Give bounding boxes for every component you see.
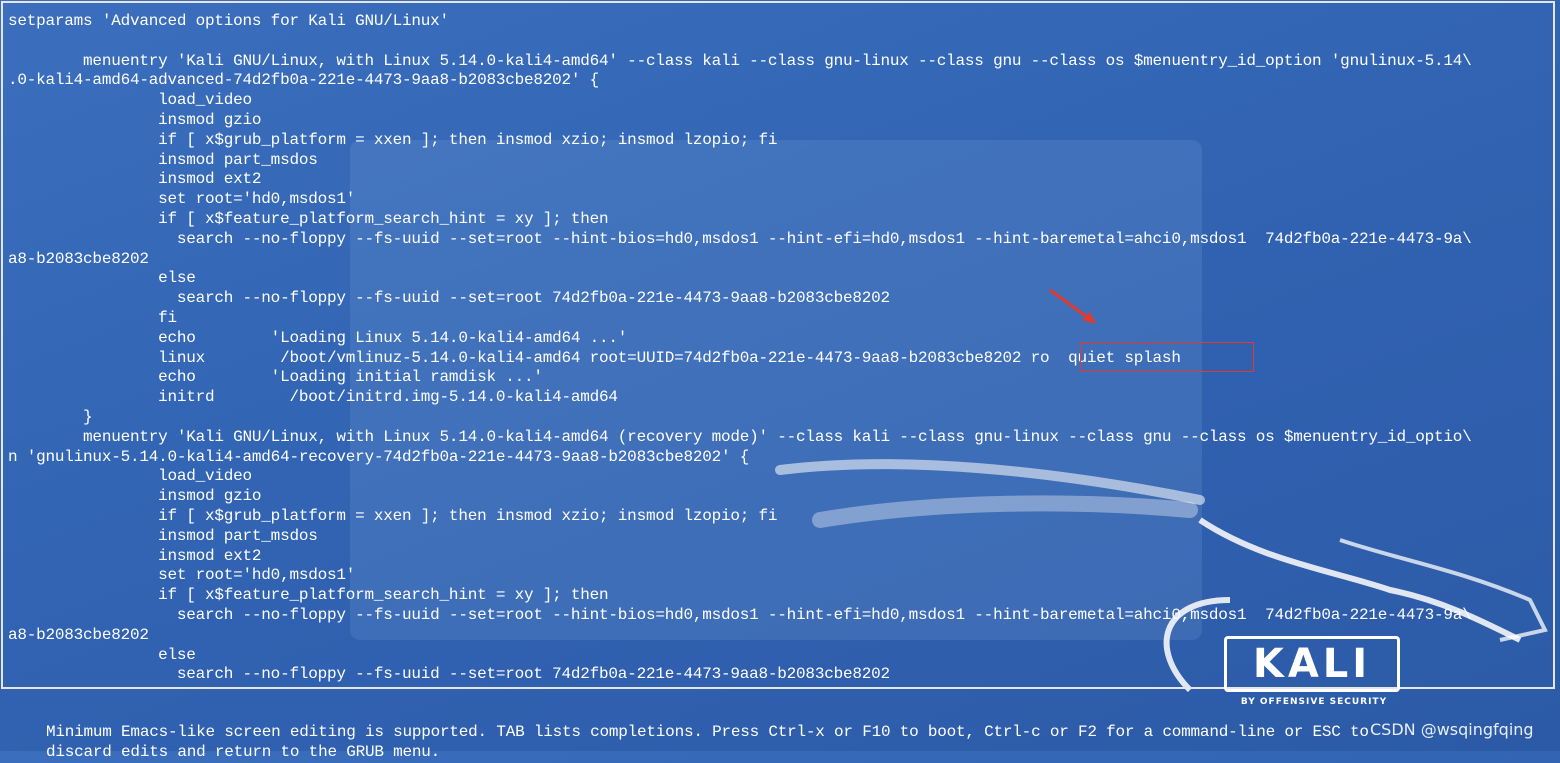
editor-line: search --no-floppy --fs-uuid --set=root … — [8, 605, 1472, 624]
editor-line: .0-kali4-amd64-advanced-74d2fb0a-221e-44… — [8, 71, 600, 90]
editor-line: setparams 'Advanced options for Kali GNU… — [8, 12, 449, 30]
editor-line: load_video — [8, 467, 252, 486]
editor-line: menuentry 'Kali GNU/Linux, with Linux 5.… — [8, 51, 1472, 70]
editor-line: if [ x$grub_platform = xxen ]; then insm… — [8, 130, 778, 149]
grub-help-text: Minimum Emacs-like screen editing is sup… — [46, 723, 1369, 763]
editor-line: n 'gnulinux-5.14.0-kali4-amd64-recovery-… — [8, 447, 750, 466]
kali-logo-subtitle: BY OFFENSIVE SECURITY — [1240, 697, 1388, 707]
csdn-watermark: CSDN @wsqingfqing — [1370, 720, 1534, 739]
editor-line: menuentry 'Kali GNU/Linux, with Linux 5.… — [8, 427, 1472, 446]
editor-line: search --no-floppy --fs-uuid --set=root … — [8, 289, 890, 308]
editor-line: search --no-floppy --fs-uuid --set=root … — [8, 229, 1472, 248]
editor-line: a8-b2083cbe8202 — [8, 249, 149, 268]
editor-line: if [ x$feature_platform_search_hint = xy… — [8, 209, 609, 228]
editor-line: set root='hd0,msdos1' — [8, 190, 356, 209]
editor-line: insmod ext2 — [8, 170, 262, 189]
editor-line: if [ x$feature_platform_search_hint = xy… — [8, 586, 609, 605]
kali-logo-text: KALI — [1252, 641, 1372, 687]
editor-line: set root='hd0,msdos1' — [8, 566, 356, 585]
kali-logo: KALI — [1224, 636, 1400, 692]
help-line: discard edits and return to the GRUB men… — [46, 742, 441, 761]
kernel-params-highlight — [1080, 342, 1254, 372]
editor-line: else — [8, 269, 196, 288]
editor-line: if [ x$grub_platform = xxen ]; then insm… — [8, 506, 778, 525]
editor-line: insmod gzio — [8, 487, 262, 506]
red-arrow-annotation — [1049, 288, 1096, 324]
editor-line: } — [8, 407, 93, 426]
help-line: Minimum Emacs-like screen editing is sup… — [46, 723, 1369, 741]
editor-line: fi — [8, 308, 177, 327]
editor-line: insmod ext2 — [8, 546, 262, 565]
editor-line: insmod gzio — [8, 110, 262, 129]
editor-line: insmod part_msdos — [8, 150, 318, 169]
editor-line: load_video — [8, 91, 252, 110]
editor-line: initrd /boot/initrd.img-5.14.0-kali4-amd… — [8, 388, 618, 407]
grub-editor-frame[interactable]: setparams 'Advanced options for Kali GNU… — [1, 1, 1555, 689]
editor-line: insmod part_msdos — [8, 526, 318, 545]
